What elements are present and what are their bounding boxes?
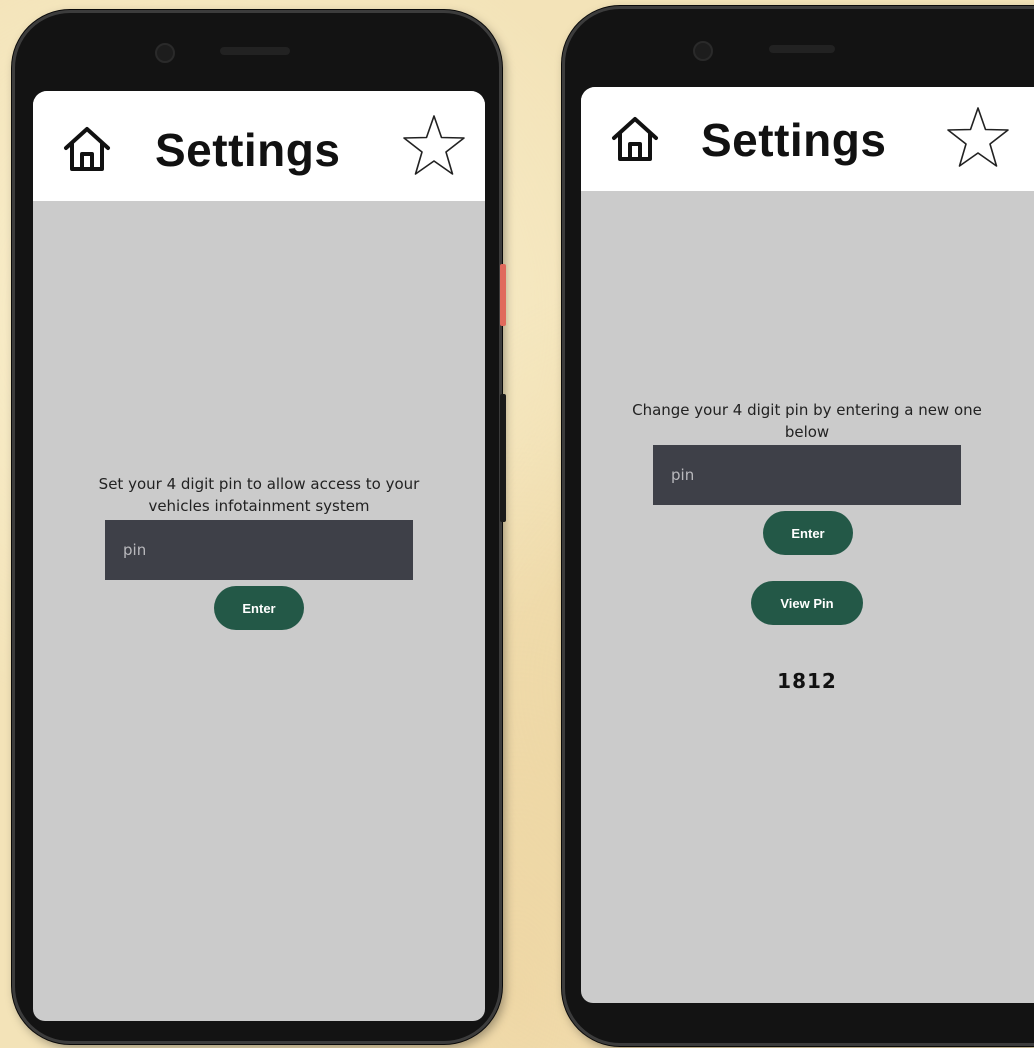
front-camera [155,43,175,63]
current-pin-value: 1812 [777,669,837,693]
earpiece-speaker [769,45,835,53]
pin-input[interactable] [653,445,961,505]
app-header: Settings [33,91,485,201]
front-camera [693,41,713,61]
volume-button [500,394,506,522]
star-icon[interactable] [401,113,467,179]
power-button [500,264,506,326]
page-title: Settings [701,114,887,166]
settings-screen: Settings Set your 4 digit pin to allow a… [33,91,485,1021]
enter-button[interactable]: Enter [214,586,304,630]
settings-screen: Settings Change your 4 digit pin by ente… [581,87,1034,1003]
pin-instructions: Set your 4 digit pin to allow access to … [98,475,420,515]
phone-left: Settings Set your 4 digit pin to allow a… [12,10,502,1044]
view-pin-button[interactable]: View Pin [751,581,863,625]
phone-right: Settings Change your 4 digit pin by ente… [562,6,1034,1046]
enter-button[interactable]: Enter [763,511,853,555]
star-icon[interactable] [945,105,1011,171]
page-title: Settings [155,124,341,176]
pin-instructions: Change your 4 digit pin by entering a ne… [632,401,982,441]
app-header: Settings [581,87,1034,191]
earpiece-speaker [220,47,290,55]
home-icon[interactable] [609,113,661,165]
pin-input[interactable] [105,520,413,580]
home-icon[interactable] [61,123,113,175]
